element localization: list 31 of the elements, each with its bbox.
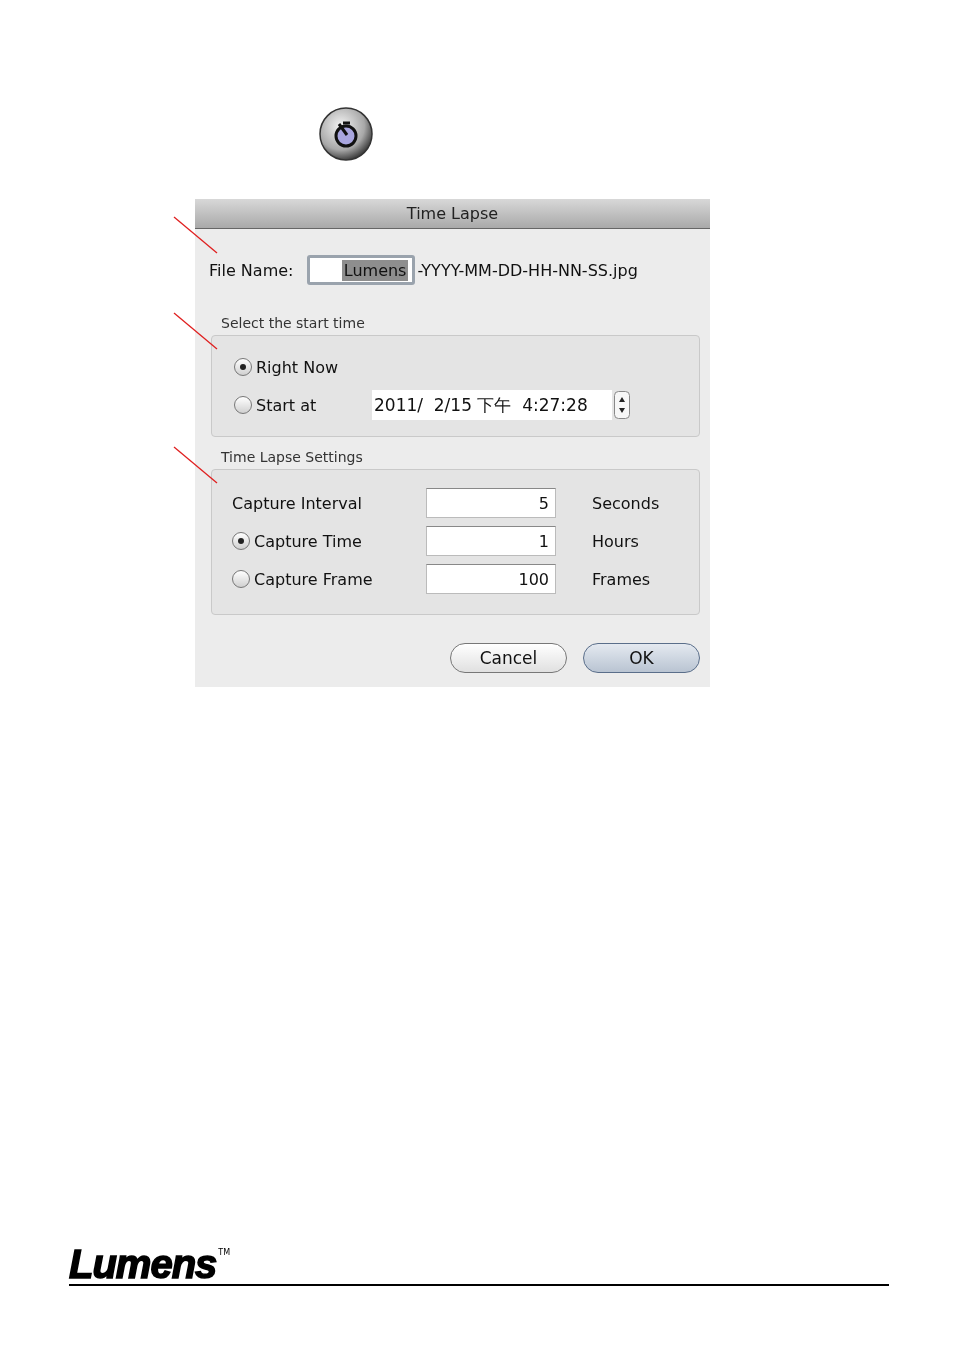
radio-label: Capture Time [254,531,362,551]
cancel-button[interactable]: Cancel [450,643,567,673]
number-field[interactable]: 1 [426,526,556,556]
window-title: Time Lapse [195,199,710,229]
radio-button[interactable] [232,532,250,550]
radio-label: Capture Frame [254,569,373,589]
group-title: Select the start time [221,315,366,331]
radio-label: Start at [256,395,317,415]
leader-line [173,312,218,350]
file-name-suffix: -YYYY-MM-DD-HH-NN-SS.jpg [417,260,638,280]
stepper-icon[interactable] [614,391,630,419]
unit-label: Seconds [592,493,660,513]
leader-line [173,216,218,254]
brand-logo: Lumens [69,1244,217,1284]
ok-button[interactable]: OK [583,643,700,673]
leader-line [173,446,218,484]
field-label: Capture Interval [232,493,362,513]
group-title: Time Lapse Settings [221,449,364,465]
file-name-field[interactable]: Lumens [307,255,416,285]
trademark-mark: TM [218,1248,231,1257]
date-time-field[interactable]: 2011/ 2/15 下午 4:27:28 [372,390,612,420]
unit-label: Frames [592,569,651,589]
radio-button[interactable] [232,570,250,588]
unit-label: Hours [592,531,639,551]
radio-label: Right Now [256,357,339,377]
stopwatch-icon[interactable] [319,106,373,162]
number-field[interactable]: 100 [426,564,556,594]
radio-button[interactable] [234,396,252,414]
number-field[interactable]: 5 [426,488,556,518]
radio-button[interactable] [234,358,252,376]
field-label: File Name: [209,260,294,280]
